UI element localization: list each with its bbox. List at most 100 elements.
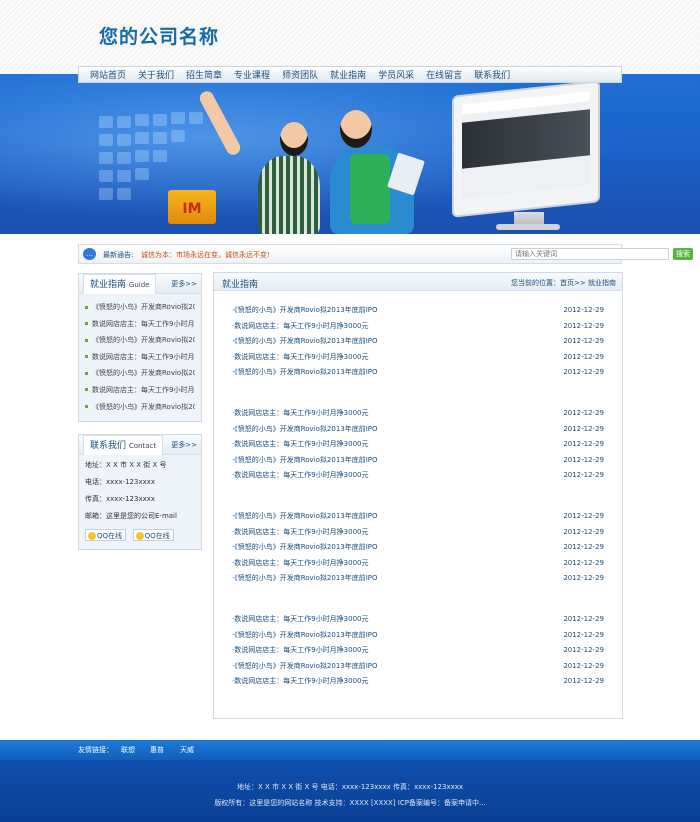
news-date: 2012-12-29: [563, 306, 604, 314]
list-item[interactable]: ·《愤怒的小鸟》开发商Rovio拟2013年底前IPO 2012-12-29: [232, 540, 606, 556]
qq-online-button[interactable]: QQ在线: [132, 529, 174, 541]
list-item-text[interactable]: 《愤怒的小鸟》开发商Rovio拟20…: [92, 303, 195, 311]
list-item-text[interactable]: 数说网店店主：每天工作9小时月…: [92, 320, 195, 328]
friend-links-bar: 友情链接： 联想 惠普 天威: [0, 740, 700, 760]
news-title-link[interactable]: ·数说网店店主：每天工作9小时月挣3000元: [232, 322, 369, 330]
news-date: 2012-12-29: [563, 574, 604, 583]
list-item[interactable]: ·数说网店店主：每天工作9小时月挣3000元 2012-12-29: [232, 525, 606, 541]
nav-item-teachers[interactable]: 师资团队: [277, 68, 325, 81]
list-item[interactable]: ·《愤怒的小鸟》开发商Rovio拟2013年底前IPO 2012-12-29: [232, 334, 606, 350]
qq-online-button[interactable]: QQ在线: [85, 529, 127, 541]
list-item[interactable]: ·《愤怒的小鸟》开发商Rovio拟2013年底前IPO 2012-12-29: [232, 303, 606, 319]
list-item[interactable]: 数说网店店主：每天工作9小时月…: [85, 349, 195, 366]
qq-button-label[interactable]: QQ在线: [97, 532, 122, 540]
list-item[interactable]: ·数说网店店主：每天工作9小时月挣3000元 2012-12-29: [232, 556, 606, 572]
sidebar-guide-more-link[interactable]: 更多>>: [171, 279, 197, 289]
search-button[interactable]: 搜索: [673, 248, 693, 260]
main-nav: 网站首页 关于我们 招生简章 专业课程 师资团队 就业指南 学员风采 在线留言 …: [78, 66, 622, 83]
footer: 地址：X X 市 X X 街 X 号 电话：xxxx-123xxxx 传真：xx…: [0, 760, 700, 822]
news-title-link[interactable]: ·《愤怒的小鸟》开发商Rovio拟2013年底前IPO: [232, 512, 378, 520]
list-item[interactable]: ·《愤怒的小鸟》开发商Rovio拟2013年底前IPO 2012-12-29: [232, 422, 606, 438]
news-title-link[interactable]: ·数说网店店主：每天工作9小时月挣3000元: [232, 409, 369, 417]
list-item[interactable]: ·数说网店店主：每天工作9小时月挣3000元 2012-12-29: [232, 612, 606, 628]
news-title-link[interactable]: ·《愤怒的小鸟》开发商Rovio拟2013年底前IPO: [232, 306, 378, 314]
list-item[interactable]: ·数说网店店主：每天工作9小时月挣3000元 2012-12-29: [232, 406, 606, 422]
list-item[interactable]: 《愤怒的小鸟》开发商Rovio拟20…: [85, 299, 195, 316]
friend-link[interactable]: 惠普: [150, 745, 164, 755]
list-item[interactable]: ·数说网店店主：每天工作9小时月挣3000元 2012-12-29: [232, 674, 606, 690]
news-date: 2012-12-29: [563, 337, 604, 346]
qq-button-label[interactable]: QQ在线: [145, 532, 170, 540]
screen-hero: [462, 109, 590, 169]
breadcrumb[interactable]: 您当前的位置：首页>> 就业指南: [511, 278, 616, 288]
list-item[interactable]: ·数说网店店主：每天工作9小时月挣3000元 2012-12-29: [232, 643, 606, 659]
contact-fax: 传真：xxxx-123xxxx: [85, 495, 156, 503]
tile-icon: [99, 134, 113, 146]
list-item-text[interactable]: 数说网店店主：每天工作9小时月…: [92, 353, 195, 361]
nav-item-admissions[interactable]: 招生简章: [181, 68, 229, 81]
list-item-text[interactable]: 《愤怒的小鸟》开发商Rovio拟20…: [92, 336, 195, 344]
tile-icon: [171, 130, 185, 142]
search-input[interactable]: [511, 248, 669, 260]
news-title-link[interactable]: ·数说网店店主：每天工作9小时月挣3000元: [232, 559, 369, 567]
tile-icon: [135, 168, 149, 180]
news-title-link[interactable]: ·数说网店店主：每天工作9小时月挣3000元: [232, 646, 369, 654]
news-title-link[interactable]: ·数说网店店主：每天工作9小时月挣3000元: [232, 615, 369, 623]
bullet-icon: [85, 405, 88, 409]
list-item[interactable]: ·数说网店店主：每天工作9小时月挣3000元 2012-12-29: [232, 350, 606, 366]
bullet-icon: [85, 388, 88, 392]
list-item[interactable]: ·《愤怒的小鸟》开发商Rovio拟2013年底前IPO 2012-12-29: [232, 453, 606, 469]
list-item[interactable]: ·《愤怒的小鸟》开发商Rovio拟2013年底前IPO 2012-12-29: [232, 659, 606, 675]
sidebar-guide-header: 就业指南 Guide 更多>>: [79, 274, 201, 294]
friend-link[interactable]: 天威: [180, 745, 194, 755]
list-item[interactable]: ·《愤怒的小鸟》开发商Rovio拟2013年底前IPO 2012-12-29: [232, 628, 606, 644]
news-date: 2012-12-29: [563, 471, 604, 480]
friend-link[interactable]: 联想: [121, 745, 135, 755]
list-item[interactable]: ·数说网店店主：每天工作9小时月挣3000元 2012-12-29: [232, 319, 606, 335]
list-item[interactable]: ·《愤怒的小鸟》开发商Rovio拟2013年底前IPO 2012-12-29: [232, 571, 606, 587]
nav-item-career-guide[interactable]: 就业指南: [325, 68, 373, 81]
list-item[interactable]: 《愤怒的小鸟》开发商Rovio拟20…: [85, 332, 195, 349]
tile-icon: [135, 114, 149, 126]
tile-icon: [117, 188, 131, 200]
list-item-text[interactable]: 《愤怒的小鸟》开发商Rovio拟20…: [92, 369, 195, 377]
nav-item-about[interactable]: 关于我们: [133, 68, 181, 81]
list-item[interactable]: ·《愤怒的小鸟》开发商Rovio拟2013年底前IPO 2012-12-29: [232, 365, 606, 381]
news-title-link[interactable]: ·《愤怒的小鸟》开发商Rovio拟2013年底前IPO: [232, 662, 378, 670]
news-title-link[interactable]: ·《愤怒的小鸟》开发商Rovio拟2013年底前IPO: [232, 631, 378, 639]
sidebar-contact-more-link[interactable]: 更多>>: [171, 440, 197, 450]
main-header: 就业指南 您当前的位置：首页>> 就业指南: [214, 273, 622, 291]
news-title-link[interactable]: ·《愤怒的小鸟》开发商Rovio拟2013年底前IPO: [232, 368, 378, 376]
news-title-link[interactable]: ·数说网店店主：每天工作9小时月挣3000元: [232, 528, 369, 536]
sidebar-contact-title: 联系我们 Contact: [83, 435, 164, 455]
list-item[interactable]: 数说网店店主：每天工作9小时月…: [85, 382, 195, 399]
news-title-link[interactable]: ·《愤怒的小鸟》开发商Rovio拟2013年底前IPO: [232, 543, 378, 551]
news-title-link[interactable]: ·《愤怒的小鸟》开发商Rovio拟2013年底前IPO: [232, 456, 378, 464]
news-title-link[interactable]: ·《愤怒的小鸟》开发商Rovio拟2013年底前IPO: [232, 574, 378, 582]
student-left-head: [280, 122, 308, 156]
list-item[interactable]: ·数说网店店主：每天工作9小时月挣3000元 2012-12-29: [232, 437, 606, 453]
list-item-text[interactable]: 《愤怒的小鸟》开发商Rovio拟20…: [92, 403, 195, 411]
nav-item-courses[interactable]: 专业课程: [229, 68, 277, 81]
news-title-link[interactable]: ·《愤怒的小鸟》开发商Rovio拟2013年底前IPO: [232, 337, 378, 345]
nav-item-students[interactable]: 学员风采: [373, 68, 421, 81]
list-item-text[interactable]: 数说网店店主：每天工作9小时月…: [92, 386, 195, 394]
list-item[interactable]: 《愤怒的小鸟》开发商Rovio拟20…: [85, 365, 195, 382]
list-item[interactable]: ·数说网店店主：每天工作9小时月挣3000元 2012-12-29: [232, 468, 606, 484]
news-title-link[interactable]: ·《愤怒的小鸟》开发商Rovio拟2013年底前IPO: [232, 425, 378, 433]
list-item[interactable]: ·《愤怒的小鸟》开发商Rovio拟2013年底前IPO 2012-12-29: [232, 509, 606, 525]
news-title-link[interactable]: ·数说网店店主：每天工作9小时月挣3000元: [232, 353, 369, 361]
news-title-link[interactable]: ·数说网店店主：每天工作9小时月挣3000元: [232, 471, 369, 479]
news-title-link[interactable]: ·数说网店店主：每天工作9小时月挣3000元: [232, 440, 369, 448]
nav-item-home[interactable]: 网站首页: [85, 68, 133, 81]
nav-item-message[interactable]: 在线留言: [421, 68, 469, 81]
main-content: 就业指南 您当前的位置：首页>> 就业指南 ·《愤怒的小鸟》开发商Rovio拟2…: [213, 272, 623, 719]
list-item[interactable]: 数说网店店主：每天工作9小时月…: [85, 316, 195, 333]
news-date: 2012-12-29: [563, 424, 604, 433]
list-item[interactable]: 《愤怒的小鸟》开发商Rovio拟20…: [85, 399, 195, 416]
site-logo[interactable]: 您的公司名称: [99, 22, 219, 49]
sidebar-guide-title-en: Guide: [128, 281, 150, 289]
news-title-link[interactable]: ·数说网店店主：每天工作9小时月挣3000元: [232, 677, 369, 685]
nav-item-contact[interactable]: 联系我们: [469, 68, 517, 81]
notice-message[interactable]: 诚信为本：市场永远在变，诚信永远不变!: [141, 250, 270, 260]
